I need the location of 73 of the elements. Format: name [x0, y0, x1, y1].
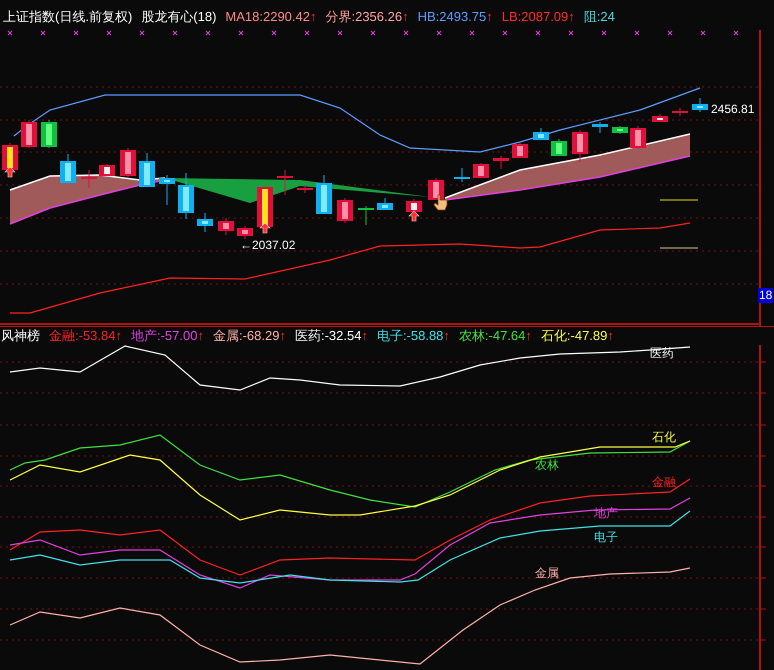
candlestick: [316, 174, 332, 214]
candlestick: [652, 114, 668, 122]
candlestick: [337, 198, 353, 224]
candlestick: [99, 164, 115, 176]
candlestick: [672, 108, 688, 116]
indicator-reading: 金融:-53.84: [49, 328, 116, 345]
up-arrow: ↑: [486, 8, 493, 26]
up-arrow: ↑: [115, 328, 122, 345]
indicator-reading: 金属:-68.29: [212, 328, 280, 345]
candlestick: [454, 168, 470, 182]
candlestick: [612, 126, 628, 134]
candlestick: [572, 130, 588, 162]
indicator-name: 股龙有心(18): [141, 8, 216, 26]
candlestick: [473, 162, 489, 178]
up-arrow: ↑: [361, 328, 368, 345]
up-arrow: ↑: [525, 328, 532, 345]
indicator-name: 风神榜: [1, 328, 40, 345]
candlestick: [60, 154, 76, 184]
indicator-reading: 地产:-57.00: [130, 328, 198, 345]
up-arrow-icon: [4, 166, 16, 178]
candlestick: [428, 178, 444, 200]
up-arrow: ↑: [197, 328, 204, 345]
up-arrow: ↑: [279, 328, 286, 345]
candlestick: [237, 226, 253, 240]
candlestick: [377, 198, 393, 210]
up-arrow: ↑: [310, 8, 316, 26]
price-label: ←2037.02: [240, 238, 296, 252]
candlestick: [406, 198, 422, 212]
indicator-reading: MA18:2290.42: [225, 8, 310, 26]
hand-cursor-icon: [434, 194, 448, 210]
candlestick: [139, 152, 155, 188]
chart-title: 上证指数(日线.前复权): [3, 8, 132, 26]
candlestick: [197, 212, 213, 232]
indicator-reading: HB:2493.75: [418, 8, 486, 26]
up-arrow: ↑: [568, 8, 575, 26]
line-label: 石化: [652, 430, 676, 444]
candlestick: [178, 172, 194, 220]
indicator-reading: 电子:-58.88: [376, 328, 444, 345]
candlestick: [277, 170, 293, 196]
up-arrow-icon: [259, 222, 271, 234]
candlestick: [159, 174, 175, 206]
candlestick: [630, 126, 646, 150]
indicator-reading: 阻:24: [584, 8, 615, 26]
candlestick: [41, 120, 57, 148]
up-arrow: ↑: [402, 8, 409, 26]
up-arrow-icon: [408, 210, 420, 222]
candlestick: [533, 128, 549, 140]
indicator-reading: 石化:-47.89: [540, 328, 608, 345]
candlestick: [493, 156, 509, 170]
candlestick: [257, 186, 273, 228]
price-label: 2456.81: [711, 102, 754, 116]
candlestick: [512, 142, 528, 158]
line-label: 农林: [535, 458, 559, 472]
up-arrow: ↑: [607, 328, 614, 345]
candlestick: [21, 120, 37, 148]
candlestick: [81, 170, 97, 188]
line-label: 电子: [594, 530, 618, 544]
candlestick: [358, 206, 374, 226]
candlestick: [2, 142, 18, 172]
indicator-reading: 医药:-32.54: [294, 328, 362, 345]
axis-badge: 18: [758, 288, 774, 303]
line-label: 金融: [652, 475, 676, 489]
indicator-reading: LB:2087.09: [502, 8, 568, 26]
candlestick: [120, 148, 136, 178]
indicator-reading: 农林:-47.64: [458, 328, 526, 345]
indicator-reading: 分界:2356.26: [325, 8, 402, 26]
candlestick: [551, 138, 567, 156]
up-arrow: ↑: [443, 328, 450, 345]
candlestick: [218, 218, 234, 236]
line-label: 金属: [535, 566, 559, 580]
candlestick: [692, 98, 708, 112]
candlestick: [297, 184, 313, 194]
candlestick: [592, 122, 608, 134]
